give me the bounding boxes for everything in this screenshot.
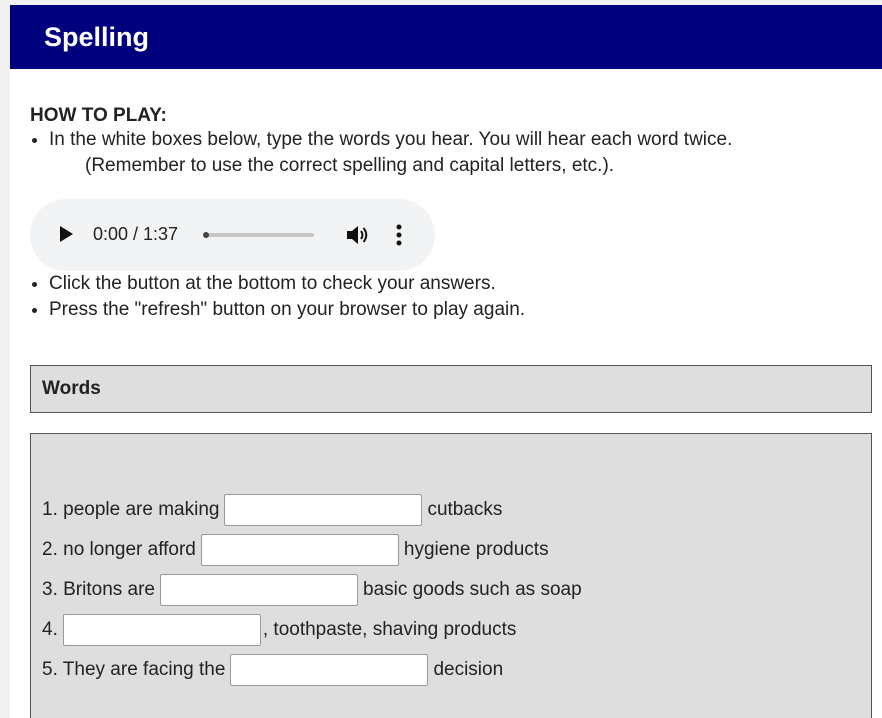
question-row: 4. , toothpaste, shaving products [42,610,871,650]
question-prefix: 5. They are facing the [42,659,226,680]
answer-input-1[interactable] [224,494,423,526]
instruction-text: In the white boxes below, type the words… [49,129,733,150]
more-options-icon[interactable] [392,223,406,247]
question-row: 2. no longer afford hygiene products [42,530,871,570]
question-row: 5. They are facing the decision [42,650,871,690]
answer-input-5[interactable] [230,654,429,686]
instructions-list-2: Click the button at the bottom to check … [30,271,874,323]
words-section-header: Words [30,365,872,413]
audio-seek-bar[interactable] [203,232,314,238]
question-prefix: 4. [42,619,58,640]
play-icon[interactable] [60,226,73,242]
question-prefix: 1. people are making [42,499,220,520]
instruction-item: In the white boxes below, type the words… [30,127,874,179]
words-title: Words [42,378,101,399]
how-to-heading: HOW TO PLAY: [30,105,167,126]
instruction-note: (Remember to use the correct spelling an… [85,155,615,176]
instruction-text: Click the button at the bottom to check … [49,273,496,294]
instruction-text: Press the "refresh" button on your brows… [49,299,526,320]
answer-input-4[interactable] [62,614,261,646]
question-suffix: cutbacks [427,499,503,520]
instructions-list: In the white boxes below, type the words… [30,127,874,179]
page-header: Spelling [10,5,882,69]
question-prefix: 3. Britons are [42,579,155,600]
question-prefix: 2. no longer afford [42,539,196,560]
question-suffix: , toothpaste, shaving products [262,619,517,640]
instruction-item: Press the "refresh" button on your brows… [30,297,874,323]
volume-icon[interactable] [344,223,370,247]
answers-panel: 1. people are making cutbacks 2. no long… [30,433,872,718]
page-title: Spelling [44,22,150,52]
answer-input-3[interactable] [160,574,358,606]
seek-thumb[interactable] [203,232,209,238]
audio-time: 0:00 / 1:37 [93,224,179,244]
question-row: 3. Britons are basic goods such as soap [42,570,871,610]
instruction-item: Click the button at the bottom to check … [30,271,874,297]
question-row: 1. people are making cutbacks [42,490,871,530]
question-suffix: hygiene products [403,539,549,560]
audio-player: 0:00 / 1:37 [30,199,435,271]
answer-input-2[interactable] [200,534,399,566]
question-suffix: basic goods such as soap [363,579,582,600]
question-suffix: decision [433,659,504,680]
page: Spelling HOW TO PLAY: In the white boxes… [10,5,882,718]
content: HOW TO PLAY: In the white boxes below, t… [10,105,882,718]
